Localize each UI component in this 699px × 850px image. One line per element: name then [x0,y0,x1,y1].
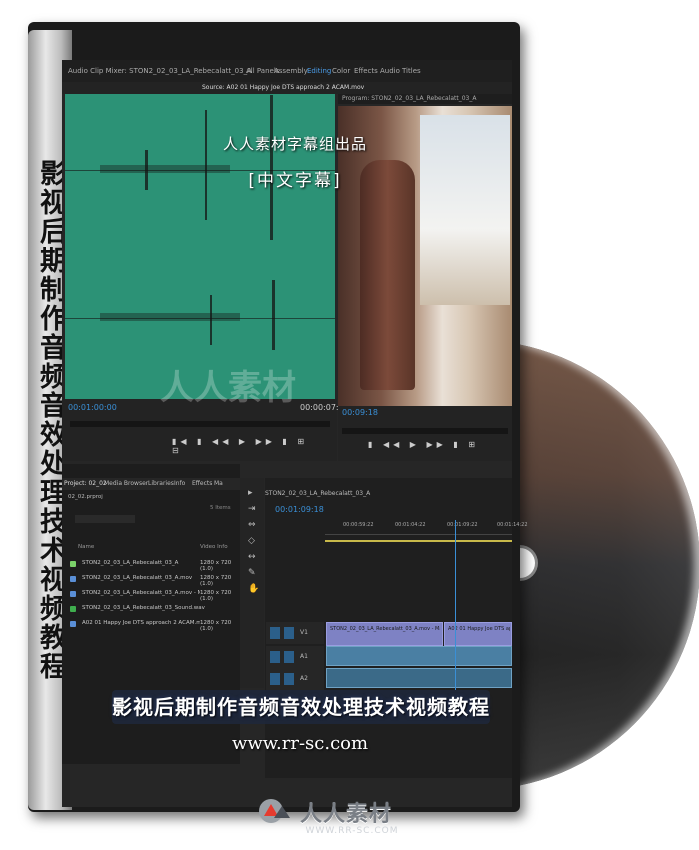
project-item[interactable]: STON2_02_03_LA_Rebecalatt_03_A.mov - Mar… [70,590,238,602]
source-timecode-in: 00:01:00:00 [68,403,117,412]
track-target-icon[interactable] [284,651,294,663]
clip-icon [70,576,76,582]
timeline-clip-audio[interactable] [326,646,512,666]
project-col-video[interactable]: Video Info [200,544,228,550]
project-tabs: Project: 02_02 Media Browser Libraries I… [62,478,240,490]
banner-title: 影视后期制作音频音效处理技术视频教程 [112,695,490,719]
ripple-edit-tool-icon[interactable]: ⇔ [248,520,258,530]
track-target-icon[interactable] [284,627,294,639]
ruler-label: 00:01:04:22 [395,522,426,528]
project-search-input[interactable] [75,515,135,523]
tab-libraries[interactable]: Libraries [148,480,174,487]
program-scrubber[interactable] [342,428,508,434]
track-target-icon[interactable] [284,673,294,685]
track-label: A2 [300,675,308,682]
waveform-noise [100,313,240,321]
audio-file-icon [70,606,76,612]
program-timecode: 00:09:18 [342,408,378,417]
source-tab[interactable]: Source: A02 01 Happy Joe DTS approach 2 … [202,84,364,91]
workspace-editing[interactable]: Editing [307,67,331,75]
tab-effects[interactable]: Effects [192,480,212,487]
track-label: V1 [300,629,308,636]
program-transport-buttons[interactable]: ▮ ◀◀ ▶ ▶▶ ▮ ⊞ [368,440,508,450]
project-bin-name: 02_02.prproj [68,494,103,500]
subtitle-tag: [中文字幕] [248,171,342,191]
track-header-v1: V1 [266,622,324,644]
program-transport: 00:09:18 ▮ ◀◀ ▶ ▶▶ ▮ ⊞ [338,406,512,461]
timeline-clip-video[interactable]: STON2_02_03_LA_Rebecalatt_03_A.mov - Mar… [326,622,443,646]
brand-logo-url: WWW.RR-SC.COM [305,826,399,836]
source-tab-bar: Source: A02 01 Happy Joe DTS approach 2 … [62,82,512,94]
project-item[interactable]: STON2_02_03_LA_Rebecalatt_03_Sound.wav [70,605,238,615]
clip-icon [70,591,76,597]
slip-tool-icon[interactable]: ↔ [248,552,258,562]
project-item[interactable]: STON2_02_03_LA_Rebecalatt_03_A.mov 1280 … [70,575,238,587]
selection-tool-icon[interactable]: ▸ [248,488,258,498]
track-select-tool-icon[interactable]: ⇥ [248,504,258,514]
frame-tree-sculpture [360,160,415,390]
project-item[interactable]: A02 01 Happy Joe DTS approach 2 ACAM.mov… [70,620,238,632]
track-header-a2: A2 [266,668,324,690]
tab-info[interactable]: Info [174,480,185,487]
tab-media-browser[interactable]: Media Browser [104,480,148,487]
ruler-label: 00:00:59:22 [343,522,374,528]
razor-tool-icon[interactable]: ◇ [248,536,258,546]
workspace-effects[interactable]: Effects [354,67,378,75]
hand-tool-icon[interactable]: ✋ [248,584,259,594]
workspace-assembly[interactable]: Assembly [274,67,308,75]
workspace-color[interactable]: Color [332,67,350,75]
watermark-text: 人人素材 [160,368,296,408]
timeline-playhead[interactable] [455,520,456,690]
tab-markers[interactable]: Ma [214,480,223,487]
ruler-label: 00:01:14:22 [497,522,528,528]
brand-logo-icon [259,799,290,823]
source-transport-buttons[interactable]: ▮◀ ▮ ◀◀ ▶ ▶▶ ▮ ⊞ ⊟ [172,437,312,455]
project-col-name[interactable]: Name [78,544,94,550]
ruler-label: 00:01:09:22 [447,522,478,528]
track-lock-icon[interactable] [270,673,280,685]
workspace-bar: Audio Clip Mixer: STON2_02_03_LA_Rebecal… [62,60,512,82]
track-header-a1: A1 [266,646,324,668]
track-lock-icon[interactable] [270,651,280,663]
waveform-peak [272,280,275,350]
program-tab-bar: Program: STON2_02_03_LA_Rebecalatt_03_A [338,94,512,104]
pen-tool-icon[interactable]: ✎ [248,568,258,578]
track-label: A1 [300,653,308,660]
source-scrubber[interactable] [70,421,330,427]
workspace-titles[interactable]: Titles [402,67,421,75]
website-url: www.rr-sc.com [231,733,369,754]
brand-logo-text: 人人素材 [300,802,393,827]
clip-icon [70,621,76,627]
program-tab[interactable]: Program: STON2_02_03_LA_Rebecalatt_03_A [342,95,476,102]
project-item-count: 5 Items [210,505,231,511]
timeline-ruler[interactable]: 00:00:59:22 00:01:04:22 00:01:09:22 00:0… [325,520,528,535]
work-area-bar[interactable] [325,540,512,542]
timeline-timecode[interactable]: 00:01:09:18 [275,505,324,514]
workspace-audio[interactable]: Audio [380,67,400,75]
subtitle-credit: 人人素材字幕组出品 [222,135,367,153]
timeline-clip-audio[interactable] [326,668,512,688]
tab-project[interactable]: Project: 02_02 [64,480,107,487]
timeline-title[interactable]: STON2_02_03_LA_Rebecalatt_03_A [265,490,512,500]
frame-window-scene [420,115,510,305]
track-lock-icon[interactable] [270,627,280,639]
project-item[interactable]: STON2_02_03_LA_Rebecalatt_03_A 1280 x 72… [70,560,238,572]
mixer-tab[interactable]: Audio Clip Mixer: STON2_02_03_LA_Rebecal… [68,67,252,75]
sequence-icon [70,561,76,567]
